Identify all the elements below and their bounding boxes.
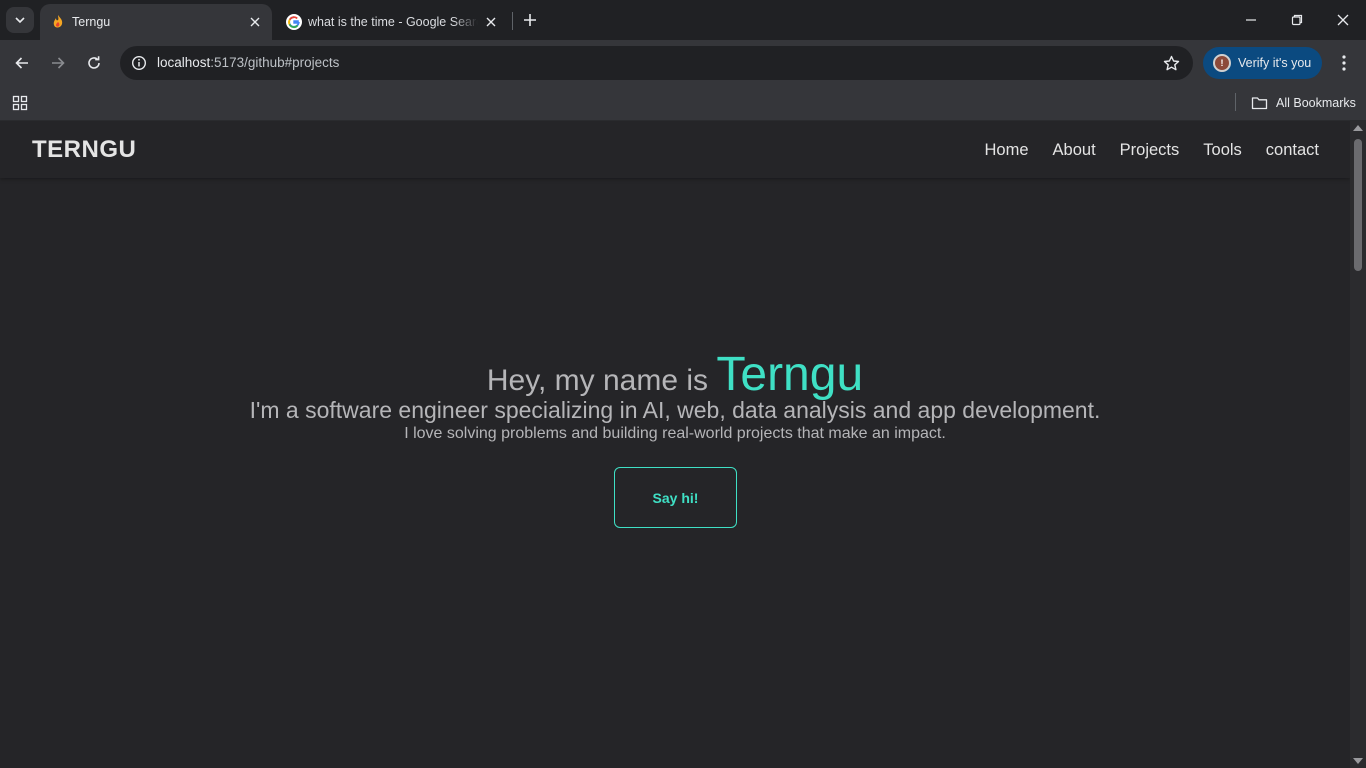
bookmarks-divider	[1235, 93, 1236, 111]
hero-section: Hey, my name is Terngu I'm a software en…	[0, 349, 1350, 445]
site-logo[interactable]: TERNGU	[32, 136, 136, 164]
chevron-down-icon	[15, 17, 25, 24]
address-bar[interactable]: localhost:5173/github#projects	[120, 46, 1193, 80]
flame-favicon-icon	[50, 14, 66, 30]
scroll-up-arrow-icon[interactable]	[1353, 125, 1363, 131]
tab-google-search[interactable]: what is the time - Google Search	[276, 4, 508, 40]
arrow-right-icon	[52, 57, 65, 69]
restore-button[interactable]	[1274, 0, 1320, 40]
nav-link-home[interactable]: Home	[985, 140, 1029, 160]
nav-link-tools[interactable]: Tools	[1203, 140, 1242, 160]
tab-title: what is the time - Google Search	[308, 15, 478, 29]
nav-link-about[interactable]: About	[1053, 140, 1096, 160]
tab-title: Terngu	[72, 15, 111, 29]
back-button[interactable]	[7, 48, 37, 78]
close-icon	[1337, 14, 1349, 26]
hero-tagline: I love solving problems and building rea…	[404, 425, 946, 442]
apps-grid-icon	[12, 95, 28, 111]
site-info-icon[interactable]	[128, 52, 150, 74]
verify-label: Verify it's you	[1238, 56, 1312, 70]
tab-search-button[interactable]	[6, 7, 34, 33]
url-text[interactable]: localhost:5173/github#projects	[157, 55, 339, 71]
tab-divider	[512, 12, 513, 30]
minimize-button[interactable]	[1228, 0, 1274, 40]
restore-icon	[1291, 14, 1303, 26]
reload-button[interactable]	[79, 48, 109, 78]
all-bookmarks-label: All Bookmarks	[1276, 96, 1356, 110]
page-scrollbar[interactable]	[1350, 121, 1366, 768]
forward-button[interactable]	[43, 48, 73, 78]
browser-menu-button[interactable]	[1330, 48, 1358, 78]
close-tab-icon[interactable]	[482, 13, 500, 31]
page-viewport: TERNGU Home About Projects Tools contact…	[0, 121, 1350, 768]
reload-icon	[88, 56, 100, 69]
verify-identity-button[interactable]: ! Verify it's you	[1203, 47, 1322, 79]
url-path: :5173/github#projects	[210, 55, 340, 70]
more-vertical-icon	[1342, 55, 1346, 71]
site-navbar: TERNGU Home About Projects Tools contact	[0, 121, 1350, 178]
close-tab-icon[interactable]	[246, 13, 264, 31]
scrollbar-thumb[interactable]	[1354, 139, 1362, 271]
folder-icon	[1251, 97, 1268, 110]
profile-avatar-icon: !	[1213, 54, 1231, 72]
new-tab-button[interactable]	[518, 8, 542, 32]
all-bookmarks-button[interactable]: All Bookmarks	[1251, 92, 1356, 114]
scroll-down-arrow-icon[interactable]	[1353, 758, 1363, 764]
plus-icon	[524, 14, 536, 26]
tab-strip: Terngu what is the time - Google Search	[0, 0, 1366, 40]
google-g-icon	[286, 14, 302, 30]
close-window-button[interactable]	[1320, 0, 1366, 40]
hero-headline: I'm a software engineer specializing in …	[249, 397, 1101, 423]
arrow-left-icon	[15, 57, 28, 69]
say-hi-button[interactable]: Say hi!	[614, 467, 737, 528]
hero-greeting: Hey, my name is	[486, 364, 709, 397]
url-host: localhost	[157, 55, 211, 70]
minimize-icon	[1246, 19, 1256, 21]
browser-toolbar: localhost:5173/github#projects ! Verify …	[0, 40, 1366, 86]
hero-name: Terngu	[716, 348, 864, 401]
nav-link-projects[interactable]: Projects	[1120, 140, 1180, 160]
tab-terngu[interactable]: Terngu	[40, 4, 272, 40]
bookmark-star-icon[interactable]	[1161, 53, 1181, 73]
bookmarks-bar: All Bookmarks	[0, 86, 1366, 121]
nav-link-contact[interactable]: contact	[1266, 140, 1319, 160]
site-nav-links: Home About Projects Tools contact	[985, 140, 1319, 160]
apps-grid-button[interactable]	[9, 92, 31, 114]
